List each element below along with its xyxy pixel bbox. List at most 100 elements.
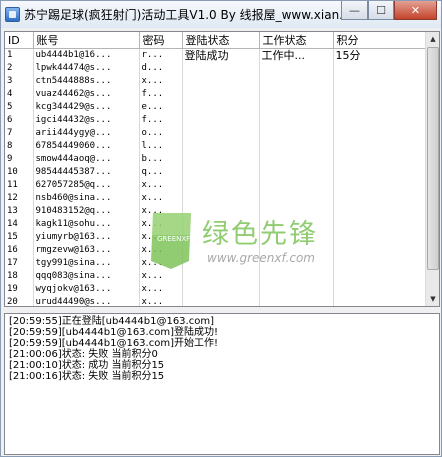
cell-account: qqq083@sina... — [33, 270, 140, 283]
cell-points — [333, 283, 428, 296]
cell-id: 13 — [5, 205, 34, 218]
log-line: [20:59:59][ub4444b1@163.com]登陆成功! — [9, 327, 218, 338]
cell-account: 627057285@q... — [33, 179, 140, 192]
table-row[interactable]: 3 ctn5444888s... x... — [5, 75, 428, 88]
cell-id: 4 — [5, 88, 34, 101]
maximize-button[interactable]: ☐ — [368, 1, 394, 20]
cell-id: 7 — [5, 127, 34, 140]
table-row[interactable]: 11 627057285@q... x... — [5, 179, 428, 192]
cell-points — [333, 153, 428, 166]
cell-points — [333, 62, 428, 75]
table-row[interactable]: 10 98544445387... q... — [5, 166, 428, 179]
log-line: [21:00:16]状态: 失败 当前积分15 — [9, 371, 165, 382]
log-output[interactable]: [20:59:55]正在登陆[ub4444b1@163.com] [20:59:5… — [4, 313, 440, 455]
cell-points — [333, 179, 428, 192]
scroll-up-button[interactable]: ▲ — [426, 32, 439, 46]
cell-login-status — [182, 192, 260, 205]
minimize-button[interactable]: — — [341, 1, 368, 20]
table-row[interactable]: 6 igci44432@s... f... — [5, 114, 428, 127]
column-header-account[interactable]: 账号 — [33, 32, 140, 49]
cell-work-status — [259, 153, 334, 166]
cell-id: 15 — [5, 231, 34, 244]
cell-work-status — [259, 101, 334, 114]
table-row[interactable]: 4 vuaz44462@s... f... — [5, 88, 428, 101]
cell-login-status — [182, 114, 260, 127]
cell-id: 1 — [5, 48, 34, 62]
cell-account: smow444aoq@... — [33, 153, 140, 166]
cell-id: 2 — [5, 62, 34, 75]
account-grid[interactable]: ID 账号 密码 登陆状态 工作状态 积分 1 ub4444b1@16... r..… — [4, 31, 440, 307]
scroll-down-button[interactable]: ▼ — [426, 292, 439, 306]
cell-id: 14 — [5, 218, 34, 231]
cell-login-status — [182, 179, 260, 192]
cell-account: lpwk44474@s... — [33, 62, 140, 75]
cell-points — [333, 166, 428, 179]
table-row[interactable]: 7 arii444ygy@... o... — [5, 127, 428, 140]
cell-password: x... — [139, 283, 183, 296]
cell-account: ctn5444888s... — [33, 75, 140, 88]
table-row[interactable]: 12 nsb460@sina... x... — [5, 192, 428, 205]
column-header-work-status[interactable]: 工作状态 — [259, 32, 334, 49]
column-header-login-status[interactable]: 登陆状态 — [182, 32, 260, 49]
cell-password: r... — [139, 48, 183, 62]
cell-password: b... — [139, 153, 183, 166]
cell-points — [333, 101, 428, 114]
vertical-scrollbar[interactable]: ▲ ▼ — [425, 32, 439, 306]
cell-login-status — [182, 101, 260, 114]
table-row[interactable]: 19 wyqjokv@163... x... — [5, 283, 428, 296]
table-row[interactable]: 1 ub4444b1@16... r... 登陆成功 工作中... 15分 — [5, 48, 428, 62]
cell-account: rmgzevw@163... — [33, 244, 140, 257]
table-row[interactable]: 9 smow444aoq@... b... — [5, 153, 428, 166]
scroll-thumb[interactable] — [427, 47, 439, 270]
table-row[interactable]: 20 urud44490@s... x... — [5, 296, 428, 306]
column-header-password[interactable]: 密码 — [139, 32, 183, 49]
cell-password: f... — [139, 114, 183, 127]
table-row[interactable]: 5 kcg344429@s... e... — [5, 101, 428, 114]
watermark: GREENXF .COM 绿色先锋 www.greenxf.com — [145, 209, 355, 279]
cell-password: l... — [139, 140, 183, 153]
cell-work-status: 工作中... — [259, 48, 334, 62]
caption-buttons: — ☐ ✕ — [341, 1, 437, 20]
cell-work-status — [259, 166, 334, 179]
cell-login-status — [182, 283, 260, 296]
cell-points — [333, 127, 428, 140]
log-line: [21:00:10]状态: 成功 当前积分15 — [9, 360, 165, 371]
table-row[interactable]: 8 67854449060... l... — [5, 140, 428, 153]
cell-account: nsb460@sina... — [33, 192, 140, 205]
cell-login-status — [182, 127, 260, 140]
cell-login-status: 登陆成功 — [182, 48, 260, 62]
app-window: 苏宁踢足球(疯狂射门)活动工具V1.0 By 线报屋_www.xian... —… — [0, 0, 442, 457]
cell-work-status — [259, 283, 334, 296]
cell-points — [333, 88, 428, 101]
column-header-points[interactable]: 积分 — [333, 32, 428, 49]
cell-account: 98544445387... — [33, 166, 140, 179]
cell-account: wyqjokv@163... — [33, 283, 140, 296]
cell-points — [333, 192, 428, 205]
cell-id: 18 — [5, 270, 34, 283]
column-header-id[interactable]: ID — [5, 32, 34, 49]
cell-id: 5 — [5, 101, 34, 114]
cell-account: urud44490@s... — [33, 296, 140, 306]
cell-account: 910483152@q... — [33, 205, 140, 218]
log-line: [21:00:06]状态: 失败 当前积分0 — [9, 349, 158, 360]
cell-work-status — [259, 88, 334, 101]
cell-password: q... — [139, 166, 183, 179]
cell-account: 67854449060... — [33, 140, 140, 153]
cell-points: 15分 — [333, 48, 428, 62]
cell-id: 16 — [5, 244, 34, 257]
cell-id: 3 — [5, 75, 34, 88]
cell-login-status — [182, 140, 260, 153]
close-button[interactable]: ✕ — [394, 1, 437, 20]
table-row[interactable]: 2 lpwk44474@s... d... — [5, 62, 428, 75]
cell-id: 20 — [5, 296, 34, 306]
cell-id: 12 — [5, 192, 34, 205]
cell-account: kagk11@sohu... — [33, 218, 140, 231]
title-bar[interactable]: 苏宁踢足球(疯狂射门)活动工具V1.0 By 线报屋_www.xian... —… — [1, 1, 441, 28]
cell-login-status — [182, 62, 260, 75]
cell-login-status — [182, 296, 260, 306]
cell-password: x... — [139, 296, 183, 306]
cell-account: ub4444b1@16... — [33, 48, 140, 62]
cell-points — [333, 296, 428, 306]
cell-work-status — [259, 127, 334, 140]
cell-password: x... — [139, 179, 183, 192]
